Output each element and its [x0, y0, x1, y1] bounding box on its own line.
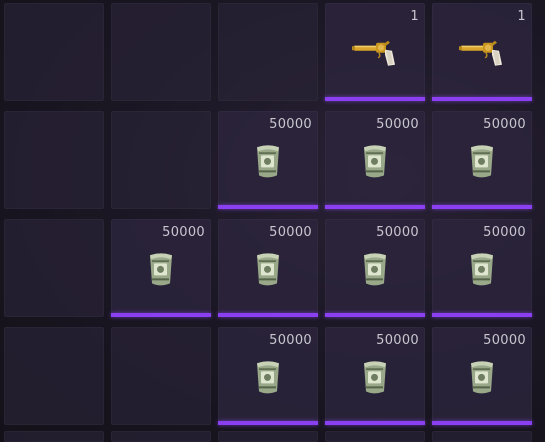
inventory-slot-empty[interactable] — [4, 327, 104, 425]
rarity-bar — [432, 313, 532, 317]
inventory-grid: 1 1 50000 50000 50000 50000 50000 50000 … — [4, 3, 532, 425]
inventory-slot-cash[interactable]: 50000 — [325, 111, 425, 209]
rarity-bar — [325, 313, 425, 317]
item-count: 1 — [410, 9, 419, 24]
inventory-slot-partial[interactable] — [4, 431, 104, 442]
item-count: 1 — [517, 9, 526, 24]
rarity-bar — [111, 313, 211, 317]
item-count: 50000 — [269, 225, 312, 240]
inventory-slot-empty[interactable] — [218, 3, 318, 101]
cash-stack-icon — [466, 358, 498, 400]
inventory-slot-cash[interactable]: 50000 — [218, 111, 318, 209]
item-count: 50000 — [376, 117, 419, 132]
inventory-slot-partial[interactable] — [111, 431, 211, 442]
inventory-slot-cash[interactable]: 50000 — [218, 327, 318, 425]
item-count: 50000 — [483, 117, 526, 132]
item-count: 50000 — [162, 225, 205, 240]
inventory-slot-empty[interactable] — [4, 111, 104, 209]
item-count: 50000 — [483, 225, 526, 240]
item-count: 50000 — [269, 333, 312, 348]
inventory-next-row — [4, 431, 532, 442]
revolver-icon — [352, 38, 398, 72]
cash-stack-icon — [359, 250, 391, 292]
item-count: 50000 — [269, 117, 312, 132]
rarity-bar — [325, 205, 425, 209]
inventory-slot-cash[interactable]: 50000 — [325, 327, 425, 425]
item-count: 50000 — [483, 333, 526, 348]
inventory-slot-empty[interactable] — [4, 219, 104, 317]
inventory-slot-empty[interactable] — [111, 327, 211, 425]
cash-stack-icon — [359, 358, 391, 400]
inventory-slot-partial[interactable] — [325, 431, 425, 442]
inventory-slot-empty[interactable] — [111, 3, 211, 101]
rarity-bar — [325, 97, 425, 101]
inventory-slot-partial[interactable] — [432, 431, 532, 442]
rarity-bar — [432, 205, 532, 209]
item-count: 50000 — [376, 225, 419, 240]
rarity-bar — [218, 313, 318, 317]
cash-stack-icon — [145, 250, 177, 292]
inventory-slot-revolver[interactable]: 1 — [432, 3, 532, 101]
cash-stack-icon — [466, 142, 498, 184]
inventory-slot-cash[interactable]: 50000 — [432, 327, 532, 425]
rarity-bar — [432, 421, 532, 425]
item-count: 50000 — [376, 333, 419, 348]
inventory-slot-revolver[interactable]: 1 — [325, 3, 425, 101]
rarity-bar — [218, 421, 318, 425]
inventory-slot-cash[interactable]: 50000 — [432, 111, 532, 209]
inventory-slot-empty[interactable] — [4, 3, 104, 101]
inventory-slot-cash[interactable]: 50000 — [432, 219, 532, 317]
cash-stack-icon — [359, 142, 391, 184]
inventory-slot-cash[interactable]: 50000 — [111, 219, 211, 317]
inventory-slot-cash[interactable]: 50000 — [325, 219, 425, 317]
inventory-slot-partial[interactable] — [218, 431, 318, 442]
rarity-bar — [218, 205, 318, 209]
rarity-bar — [432, 97, 532, 101]
inventory-slot-cash[interactable]: 50000 — [218, 219, 318, 317]
inventory-slot-empty[interactable] — [111, 111, 211, 209]
cash-stack-icon — [466, 250, 498, 292]
revolver-icon — [459, 38, 505, 72]
cash-stack-icon — [252, 358, 284, 400]
cash-stack-icon — [252, 250, 284, 292]
rarity-bar — [325, 421, 425, 425]
cash-stack-icon — [252, 142, 284, 184]
